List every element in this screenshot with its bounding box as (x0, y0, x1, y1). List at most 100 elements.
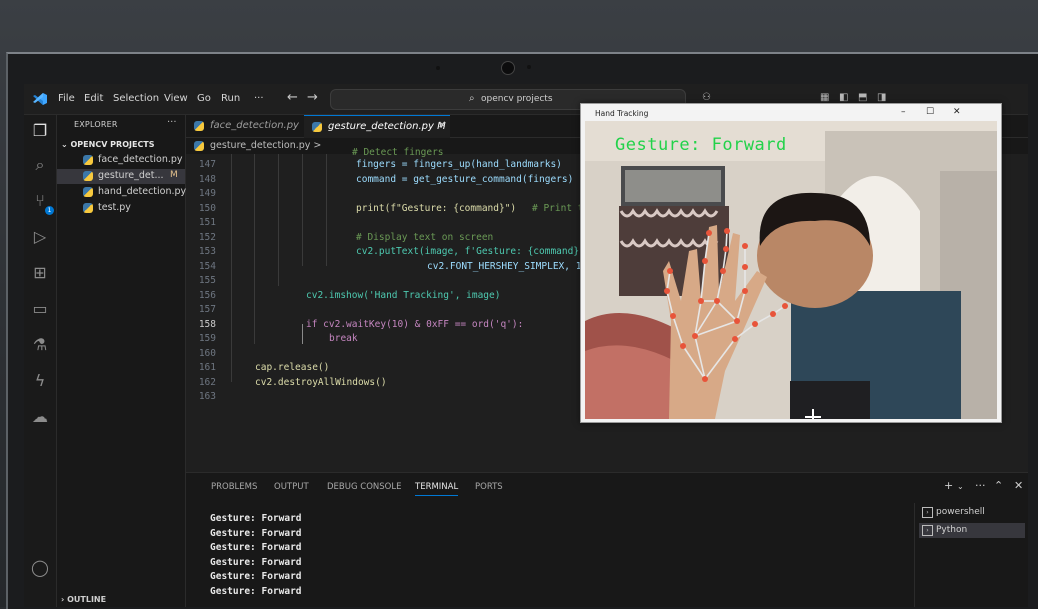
line-number: 157 (198, 304, 216, 315)
close-icon[interactable]: ✕ (438, 120, 446, 131)
source-control-icon[interactable]: ⑂ 1 (30, 191, 54, 215)
line-number: 162 (198, 376, 216, 388)
tab-label: gesture_detection.py M (328, 121, 446, 132)
terminal-line: Gesture: Forward (210, 556, 302, 568)
tab-face-detection[interactable]: face_detection.py (186, 115, 302, 137)
terminal-line: Gesture: Forward (210, 585, 302, 597)
python-file-icon (312, 122, 322, 132)
copilot-icon[interactable]: ⚇ (702, 92, 711, 103)
menu-view[interactable]: View (164, 93, 188, 104)
indent-guide (231, 154, 232, 382)
tab-problems[interactable]: PROBLEMS (211, 482, 257, 492)
tab-label: face_detection.py (210, 120, 299, 131)
account-icon[interactable]: ◯ (30, 558, 50, 578)
explorer-more-button[interactable]: ··· (167, 117, 177, 128)
terminal-line: Gesture: Forward (210, 542, 302, 553)
indent-guide (326, 154, 327, 266)
indent-guide (302, 154, 303, 266)
terminal-item-powershell[interactable]: › powershell (919, 505, 1025, 520)
line-number-current: 158 (198, 318, 216, 330)
tab-debug-console[interactable]: DEBUG CONSOLE (327, 482, 401, 492)
file-item[interactable]: hand_detection.py (57, 185, 186, 200)
toggle-panel-icon[interactable]: ⬒ (858, 92, 867, 103)
forward-arrow-icon[interactable]: → (307, 90, 318, 105)
code-line: print(f"Gesture: {command}") (356, 202, 517, 214)
outline-label: OUTLINE (67, 595, 107, 604)
indent-guide (278, 154, 279, 286)
menu-selection[interactable]: Selection (113, 93, 159, 104)
layout-customize-icon[interactable]: ▦ (820, 92, 829, 103)
menu-more[interactable]: ··· (254, 93, 264, 104)
explorer-files-icon[interactable]: ❐ (30, 121, 50, 141)
code-comment: # Display text on screen (356, 231, 494, 243)
line-number: 159 (198, 333, 216, 344)
lightning-icon[interactable]: ϟ (30, 371, 50, 391)
extensions-icon[interactable]: ⊞ (30, 263, 50, 283)
testing-flask-icon[interactable]: ⚗ (30, 335, 50, 355)
file-name: gesture_det... (98, 170, 164, 181)
new-terminal-icon[interactable]: + (944, 479, 953, 492)
maximize-icon[interactable]: ☐ (926, 107, 934, 117)
docker-whale-icon[interactable]: ☁ (30, 407, 50, 427)
code-comment: # Detect fingers (352, 147, 444, 158)
menu-run[interactable]: Run (221, 93, 240, 104)
terminal-item-python[interactable]: › Python (919, 523, 1025, 538)
file-name: face_detection.py (98, 154, 183, 165)
menu-file[interactable]: File (58, 93, 75, 104)
indent-guide (254, 154, 255, 344)
outline-section[interactable]: › OUTLINE (61, 595, 106, 604)
window-title: Hand Tracking (595, 109, 649, 118)
bottom-panel: PROBLEMS OUTPUT DEBUG CONSOLE TERMINAL P… (186, 472, 1028, 607)
python-file-icon (83, 203, 93, 213)
terminal-line: Gesture: Forward (210, 527, 302, 539)
minimize-icon[interactable]: – (901, 107, 906, 117)
remote-explorer-icon[interactable]: ▭ (30, 299, 50, 319)
toggle-secondary-sidebar-icon[interactable]: ◨ (877, 92, 886, 103)
folder-name: OPENCV PROJECTS (70, 140, 155, 149)
line-number: 155 (198, 275, 216, 286)
file-item-active[interactable]: gesture_det... M (57, 169, 185, 184)
back-arrow-icon[interactable]: ← (287, 90, 298, 105)
close-icon[interactable]: ✕ (1014, 479, 1023, 492)
menu-edit[interactable]: Edit (84, 93, 103, 104)
code-line: cv2.destroyAllWindows() (255, 376, 387, 388)
tab-ports[interactable]: PORTS (475, 482, 503, 492)
code-line: cv2.FONT_HERSHEY_SIMPLEX, 1, (0 (427, 260, 605, 272)
line-number: 163 (198, 391, 216, 402)
terminal-output[interactable]: Gesture: Forward Gesture: Forward Gestur… (210, 511, 810, 607)
code-line: cv2.putText(image, f'Gesture: {command}'… (356, 246, 602, 257)
terminal-name: powershell (936, 507, 985, 517)
more-actions-icon[interactable]: ··· (975, 479, 986, 492)
terminal-line: Gesture: Forward (210, 571, 302, 582)
code-line-current: if cv2.waitKey(10) & 0xFF == ord('q'): (306, 318, 524, 330)
code-line: cv2.imshow('Hand Tracking', image) (306, 289, 501, 301)
bezel-sensor (436, 66, 440, 70)
activity-bar: ❐ ⌕ ⑂ 1 ▷ ⊞ ▭ ⚗ ϟ ☁ ◯ (24, 115, 57, 607)
folder-header[interactable]: ⌄ OPENCV PROJECTS (61, 140, 155, 149)
tab-gesture-detection[interactable]: gesture_detection.py M ✕ (304, 115, 450, 138)
line-number: 156 (198, 289, 216, 301)
camera-scene (585, 121, 997, 419)
python-file-icon (194, 121, 204, 131)
search-icon[interactable]: ⌕ (30, 155, 50, 175)
line-number: 160 (198, 347, 216, 359)
menu-go[interactable]: Go (197, 93, 211, 104)
modified-marker: M (170, 170, 178, 180)
file-item[interactable]: test.py (57, 201, 185, 216)
command-center-label: opencv projects (481, 94, 553, 104)
vscode-window: File Edit Selection View Go Run ··· ← → … (24, 84, 1028, 607)
hand-tracking-window[interactable]: Hand Tracking – ☐ ✕ Gesture: Forward (580, 103, 1002, 423)
chevron-down-icon[interactable]: ⌄ (957, 482, 964, 491)
line-number: 161 (198, 362, 216, 373)
python-file-icon (83, 155, 93, 165)
vscode-logo-icon (32, 92, 48, 106)
tab-output[interactable]: OUTPUT (274, 482, 309, 492)
maximize-panel-icon[interactable]: ⌃ (994, 479, 1003, 492)
explorer-sidebar: EXPLORER ··· ⌄ OPENCV PROJECTS face_dete… (57, 115, 186, 607)
file-item[interactable]: face_detection.py (57, 153, 185, 168)
close-icon[interactable]: ✕ (953, 107, 961, 117)
line-number: 147 (198, 159, 216, 170)
toggle-sidebar-icon[interactable]: ◧ (839, 92, 848, 103)
run-debug-icon[interactable]: ▷ (30, 227, 50, 247)
tab-terminal[interactable]: TERMINAL (415, 482, 459, 496)
